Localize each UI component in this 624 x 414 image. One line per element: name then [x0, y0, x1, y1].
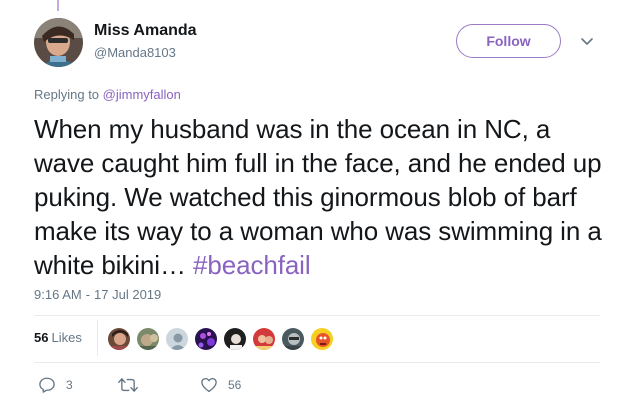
hashtag-link[interactable]: #beachfail — [193, 250, 311, 280]
tweet-body: When my husband was in the ocean in NC, … — [34, 114, 602, 280]
avatar-image — [34, 18, 83, 67]
tweet-text: When my husband was in the ocean in NC, … — [34, 112, 614, 282]
replying-to: Replying to @jimmyfallon — [34, 87, 181, 102]
likes-count-link[interactable]: 56 Likes — [34, 330, 82, 345]
divider-top — [34, 315, 600, 316]
heart-icon — [201, 377, 217, 393]
avatar[interactable] — [34, 18, 83, 67]
tweet-time: 9:16 AM — [34, 287, 82, 302]
liker-avatar[interactable] — [136, 327, 160, 351]
likes-label: Likes — [51, 330, 82, 345]
display-name[interactable]: Miss Amanda — [94, 22, 197, 40]
reply-count: 3 — [66, 378, 73, 392]
retweet-button[interactable] — [118, 376, 148, 394]
like-button[interactable]: 56 — [200, 376, 241, 394]
retweet-icon — [118, 378, 138, 392]
follow-button[interactable]: Follow — [456, 24, 561, 58]
reply-icon — [39, 377, 55, 393]
tweet-date: 17 Jul 2019 — [94, 287, 162, 302]
liker-avatar[interactable] — [310, 327, 334, 351]
thread-connector — [57, 0, 59, 11]
liker-avatar[interactable] — [252, 327, 276, 351]
likes-divider — [97, 320, 98, 356]
reply-button[interactable]: 3 — [38, 376, 73, 394]
liker-avatar[interactable] — [165, 327, 189, 351]
date-separator: - — [85, 287, 91, 302]
tweet-page: Miss Amanda @Manda8103 Follow Replying t… — [0, 0, 624, 414]
username[interactable]: @Manda8103 — [94, 45, 176, 60]
replying-prefix: Replying to — [34, 87, 100, 102]
chevron-down-icon[interactable] — [578, 33, 596, 51]
liker-avatar[interactable] — [223, 327, 247, 351]
timestamp[interactable]: 9:16 AM -17 Jul 2019 — [34, 287, 161, 302]
liker-avatar[interactable] — [107, 327, 131, 351]
replying-handle-link[interactable]: @jimmyfallon — [103, 87, 181, 102]
likes-count: 56 — [34, 330, 49, 345]
liker-avatar[interactable] — [281, 327, 305, 351]
like-count: 56 — [228, 378, 242, 392]
divider-bottom — [34, 362, 600, 363]
liker-avatar[interactable] — [194, 327, 218, 351]
